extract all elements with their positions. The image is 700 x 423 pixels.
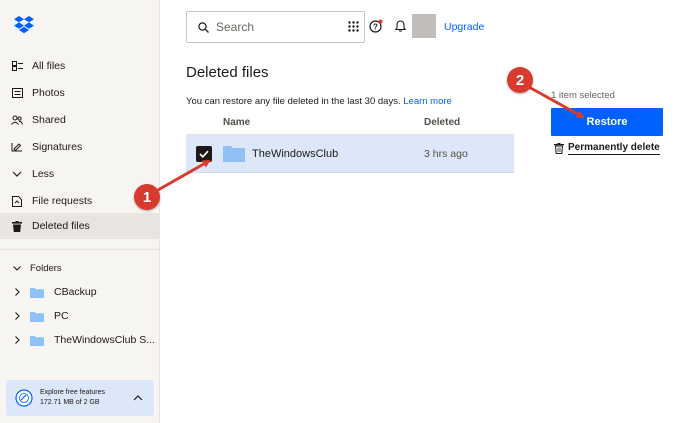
folder-label: CBackup — [54, 286, 97, 298]
sidebar: All files Photos Shared Signatures Less … — [0, 0, 160, 423]
row-file-name[interactable]: TheWindowsClub — [252, 148, 338, 160]
sidebar-folder-pc[interactable]: PC — [0, 305, 160, 327]
help-icon[interactable]: ? — [368, 18, 384, 34]
shared-icon — [11, 114, 23, 126]
upgrade-link[interactable]: Upgrade — [444, 21, 484, 33]
sidebar-item-shared[interactable]: Shared — [0, 107, 160, 133]
sidebar-folder-cbackup[interactable]: CBackup — [0, 281, 160, 303]
file-requests-icon — [11, 195, 23, 207]
folders-label: Folders — [30, 262, 62, 274]
sidebar-item-label: Signatures — [32, 141, 83, 153]
search-box[interactable] — [186, 11, 365, 43]
permanently-delete-button[interactable]: Permanently delete — [554, 141, 660, 155]
chevron-down-icon — [11, 168, 23, 180]
learn-more-link[interactable]: Learn more — [403, 96, 452, 107]
sidebar-item-label: File requests — [32, 195, 93, 207]
chevron-right-icon[interactable] — [12, 336, 22, 344]
bell-icon[interactable] — [392, 18, 408, 34]
storage-gauge-icon — [15, 389, 33, 407]
trash-icon — [11, 220, 23, 232]
sidebar-divider — [0, 249, 159, 250]
annotation-badge-2: 2 — [507, 67, 533, 93]
folder-label: TheWindowsClub S... — [54, 334, 155, 346]
all-files-icon — [11, 60, 23, 72]
folder-icon — [223, 145, 245, 162]
row-deleted-time: 3 hrs ago — [424, 148, 468, 160]
folder-icon — [30, 311, 44, 322]
folder-icon — [30, 287, 44, 298]
sidebar-item-label: Deleted files — [32, 220, 90, 232]
app-grid-icon[interactable] — [345, 18, 361, 34]
column-header-name[interactable]: Name — [223, 117, 250, 128]
sidebar-item-label: Shared — [32, 114, 66, 126]
selection-count: 1 item selected — [551, 90, 615, 101]
svg-text:?: ? — [373, 22, 378, 31]
folders-section-toggle[interactable]: Folders — [0, 260, 62, 276]
promo-storage: 172.71 MB of 2 GB — [40, 399, 100, 406]
chevron-right-icon[interactable] — [12, 312, 22, 320]
promo-title: Explore free features — [40, 389, 105, 396]
sidebar-item-photos[interactable]: Photos — [0, 80, 160, 106]
folder-icon — [30, 335, 44, 346]
sidebar-item-deleted-files[interactable]: Deleted files — [0, 213, 160, 239]
sidebar-item-all-files[interactable]: All files — [0, 53, 160, 79]
chevron-up-icon[interactable] — [128, 395, 148, 401]
sidebar-folder-thewindowsclub[interactable]: TheWindowsClub S... — [0, 329, 160, 351]
annotation-badge-1: 1 — [134, 184, 160, 210]
sidebar-item-less[interactable]: Less — [0, 161, 160, 187]
checkmark-icon — [199, 150, 209, 158]
permanently-delete-label: Permanently delete — [568, 141, 660, 155]
search-input[interactable] — [216, 20, 356, 34]
restore-info: You can restore any file deleted in the … — [186, 96, 452, 107]
chevron-right-icon[interactable] — [12, 288, 22, 296]
search-icon — [198, 21, 209, 33]
dropbox-logo-icon[interactable] — [14, 16, 34, 34]
page-title: Deleted files — [186, 64, 269, 81]
restore-info-text: You can restore any file deleted in the … — [186, 96, 401, 107]
sidebar-item-label: Less — [32, 168, 55, 180]
sidebar-item-label: Photos — [32, 87, 65, 99]
sidebar-item-label: All files — [32, 60, 66, 72]
photos-icon — [11, 87, 23, 99]
folder-label: PC — [54, 310, 69, 322]
signatures-icon — [11, 141, 23, 153]
sidebar-item-signatures[interactable]: Signatures — [0, 134, 160, 160]
chevron-down-icon — [12, 265, 22, 271]
column-header-deleted[interactable]: Deleted — [424, 117, 460, 128]
trash-icon — [554, 142, 564, 154]
restore-button[interactable]: Restore — [551, 108, 663, 136]
avatar[interactable] — [412, 14, 436, 38]
row-checkbox[interactable] — [196, 146, 212, 162]
storage-promo[interactable]: Explore free features 172.71 MB of 2 GB — [6, 380, 154, 416]
